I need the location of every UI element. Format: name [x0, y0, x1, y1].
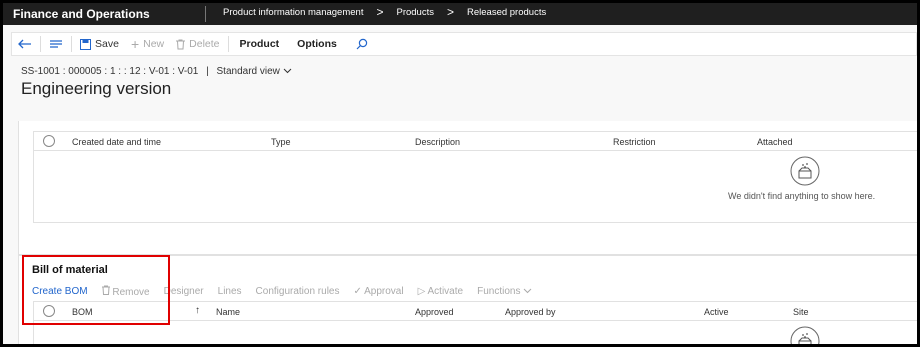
attachments-grid: Created date and time Type Description R… [33, 131, 917, 223]
plus-icon: + [130, 36, 140, 52]
column-header[interactable]: Type [271, 137, 291, 147]
breadcrumb-item-pim[interactable]: Product information management [223, 7, 363, 18]
app-window: Finance and Operations Product informati… [3, 3, 917, 344]
functions-menu[interactable]: Functions [477, 286, 532, 297]
top-nav-bar: Finance and Operations Product informati… [3, 3, 917, 25]
back-button[interactable] [12, 32, 38, 56]
column-header[interactable]: Active [704, 307, 729, 317]
activate-label: Activate [427, 285, 464, 297]
divider [227, 36, 229, 52]
play-icon: ▷ [417, 285, 426, 297]
column-header[interactable]: Name [216, 307, 240, 317]
chevron-right-icon: > [446, 5, 454, 19]
tab-product[interactable]: Product [231, 32, 289, 56]
action-pane: Save + New Delete Product Options [11, 32, 917, 56]
list-view-button[interactable] [43, 32, 69, 56]
save-icon [80, 38, 91, 50]
column-header[interactable]: Created date and time [72, 137, 161, 147]
configuration-rules-button[interactable]: Configuration rules [256, 286, 340, 297]
column-header[interactable]: Site [793, 307, 809, 317]
column-header[interactable]: Restriction [613, 137, 656, 147]
approval-button[interactable]: ✓ Approval [353, 286, 403, 297]
column-header[interactable]: Description [415, 137, 460, 147]
column-header[interactable]: Attached [757, 137, 793, 147]
lines-button[interactable]: Lines [218, 286, 242, 297]
view-selector[interactable]: Standard view [217, 66, 292, 77]
record-separator: | [206, 66, 209, 77]
new-label: New [143, 38, 165, 50]
breadcrumb-item-released-products[interactable]: Released products [467, 7, 546, 18]
record-identifier: SS-1001 : 000005 : 1 : : 12 : V-01 : V-0… [21, 66, 292, 77]
column-header[interactable]: Approved by [505, 307, 556, 317]
tab-options[interactable]: Options [288, 32, 346, 56]
approval-label: Approval [364, 285, 404, 297]
view-label: Standard view [216, 66, 280, 77]
topbar-divider [205, 6, 206, 22]
activate-button[interactable]: ▷ Activate [418, 286, 464, 297]
chevron-down-icon [523, 288, 532, 293]
chevron-right-icon: > [376, 5, 384, 19]
new-button[interactable]: + New [125, 32, 170, 56]
record-id: SS-1001 : 000005 : 1 : : 12 : V-01 : V-0… [21, 66, 199, 77]
empty-message: We didn't find anything to show here. [728, 191, 876, 201]
back-arrow-icon [18, 39, 31, 49]
app-title[interactable]: Finance and Operations [13, 7, 150, 21]
attachments-panel: Created date and time Type Description R… [18, 121, 917, 255]
save-label: Save [95, 38, 119, 50]
divider [40, 36, 41, 52]
divider [71, 36, 72, 52]
breadcrumb: Product information management > Product… [223, 5, 546, 19]
search-icon [356, 38, 368, 50]
functions-label: Functions [477, 285, 521, 297]
list-icon [50, 40, 62, 48]
page-title: Engineering version [21, 79, 172, 98]
empty-state-icon [790, 156, 820, 186]
delete-label: Delete [189, 38, 220, 50]
select-all-radio[interactable] [43, 135, 55, 147]
empty-state-icon [790, 326, 820, 344]
chevron-down-icon [283, 68, 292, 74]
save-button[interactable]: Save [74, 32, 125, 56]
breadcrumb-item-products[interactable]: Products [396, 7, 434, 18]
grid-header: Created date and time Type Description R… [34, 132, 917, 151]
search-button[interactable] [346, 32, 378, 56]
column-header[interactable]: Approved [415, 307, 454, 317]
highlight-box [22, 255, 170, 325]
sort-up-icon: ↑ [195, 305, 200, 316]
delete-button[interactable]: Delete [170, 32, 225, 56]
checkmark-icon: ✓ [353, 285, 362, 297]
trash-icon [176, 39, 186, 49]
